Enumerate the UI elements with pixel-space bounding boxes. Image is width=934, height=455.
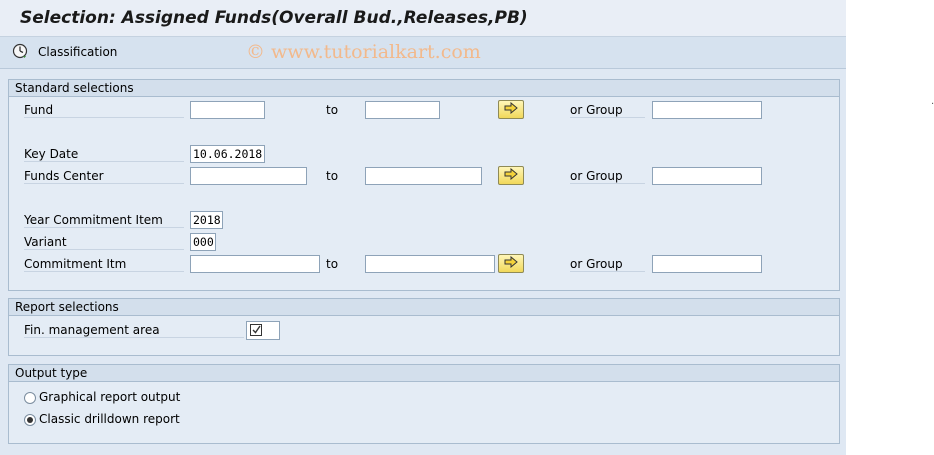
output-type-group: Output type Graphical report output Clas… [8,364,840,444]
clock-icon [12,43,28,62]
funds-center-multiple-selection-button[interactable] [498,166,524,185]
key-date-input[interactable]: 10.06.2018 [190,145,265,163]
commitment-item-label: Commitment Itm [24,257,184,272]
commitment-item-or-group-label: or Group [570,257,645,272]
classification-label: Classification [38,45,118,59]
title-bar: Selection: Assigned Funds(Overall Bud.,R… [0,0,846,37]
page-title: Selection: Assigned Funds(Overall Bud.,R… [20,8,528,28]
output-type-header: Output type [9,365,839,382]
fund-multiple-selection-button[interactable] [498,100,524,119]
commitment-item-multiple-selection-button[interactable] [498,254,524,273]
year-commitment-item-input[interactable]: 2018 [190,211,223,229]
commitment-item-from-input[interactable] [190,255,320,273]
fund-from-input[interactable] [190,101,265,119]
arrow-right-icon [504,255,518,271]
fund-or-group-label: or Group [570,103,645,118]
funds-center-to-input[interactable] [365,167,482,185]
funds-center-from-input[interactable] [190,167,307,185]
funds-center-to-label: to [326,169,339,183]
commitment-item-to-input[interactable] [365,255,495,273]
arrow-right-icon [504,167,518,183]
watermark: © www.tutorialkart.com [246,41,481,63]
funds-center-label: Funds Center [24,169,184,184]
fund-label: Fund [24,103,184,118]
graphical-report-label: Graphical report output [39,390,181,404]
fund-to-input[interactable] [365,101,440,119]
fm-area-input[interactable] [246,321,280,340]
classic-drilldown-radio[interactable] [24,414,36,426]
arrow-right-icon [504,101,518,117]
report-selections-group: Report selections Fin. management area [8,298,840,356]
funds-center-group-input[interactable] [652,167,762,185]
fm-area-label: Fin. management area [24,323,244,338]
sap-screen: Selection: Assigned Funds(Overall Bud.,R… [0,0,846,455]
commitment-item-to-label: to [326,257,339,271]
report-selections-header: Report selections [9,299,839,316]
checkbox-icon [250,324,263,340]
key-date-label: Key Date [24,147,184,162]
year-commitment-item-label: Year Commitment Item [24,213,184,228]
classic-drilldown-label: Classic drilldown report [39,412,180,426]
commitment-item-group-input[interactable] [652,255,762,273]
standard-selections-header: Standard selections [9,80,839,97]
fund-to-label: to [326,103,339,117]
graphical-report-radio[interactable] [24,392,36,404]
variant-label: Variant [24,235,184,250]
classification-button[interactable]: Classification [12,41,117,63]
fund-group-input[interactable] [652,101,762,119]
funds-center-or-group-label: or Group [570,169,645,184]
standard-selections-group: Standard selections Fund to or Group Key… [8,79,840,291]
variant-input[interactable]: 000 [190,233,216,251]
